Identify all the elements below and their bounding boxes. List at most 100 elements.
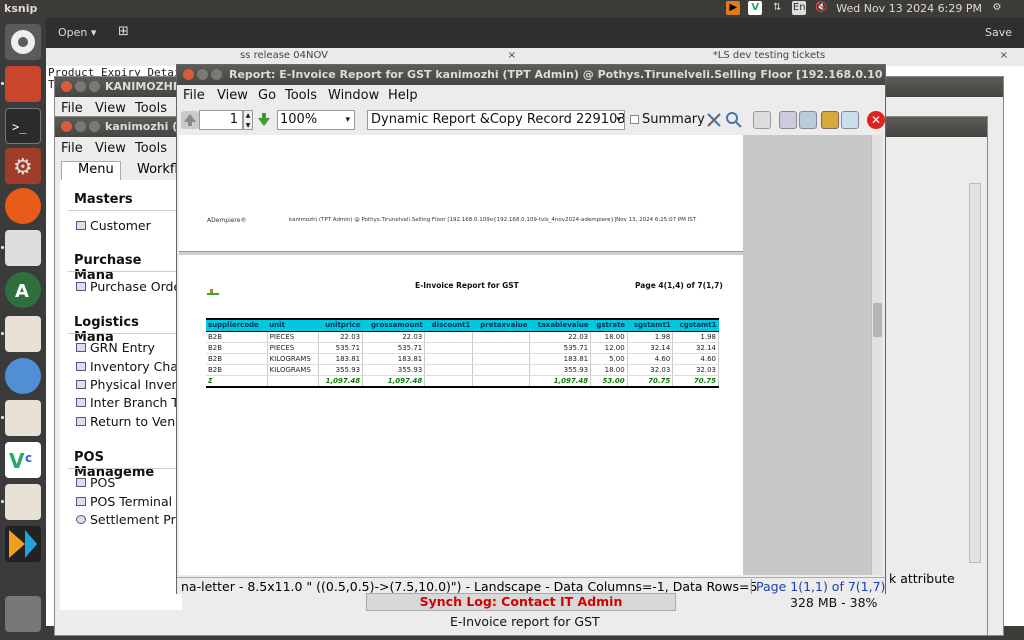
side-scrollbar[interactable] [969,183,981,563]
menu-window[interactable]: Window [328,88,379,103]
find-magnifier-icon[interactable] [725,111,743,129]
save-button[interactable]: Save [985,26,1012,39]
menu-file[interactable]: File [183,88,205,103]
new-capture-icon[interactable]: ⊞ [118,24,129,39]
menu-help[interactable]: Help [388,88,418,103]
maximize-window-icon[interactable] [211,69,222,80]
java-app-icon-3[interactable] [1,484,41,520]
column-header[interactable]: pretaxvalue [472,318,530,332]
minimize-window-icon[interactable] [75,81,86,92]
table-row[interactable]: B2B KILOGRAMS 355.93 355.93 355.93 18.00… [206,364,719,376]
menu-file[interactable]: File [61,101,83,116]
next-page-icon[interactable] [255,111,273,129]
report-titlebar[interactable]: Report: E-Invoice Report for GST kanimoz… [177,65,885,85]
table-row[interactable]: B2B KILOGRAMS 183.81 183.81 183.81 5.00 … [206,353,719,365]
menu-tools[interactable]: Tools [135,101,167,116]
menu-tools[interactable]: Tools [285,88,317,103]
volume-muted-icon[interactable]: 🔇 [814,1,828,15]
column-header[interactable]: gstrate [590,318,628,332]
java-app-icon-2[interactable] [1,400,41,436]
menu-item-return-to-vendor[interactable]: Return to Ven [76,414,175,429]
tab-menu[interactable]: Menu [61,161,121,181]
minimize-window-icon[interactable] [197,69,208,80]
menu-go[interactable]: Go [258,88,276,103]
previous-page-icon[interactable] [181,111,199,129]
column-header[interactable]: suppliercode [206,318,268,332]
column-header[interactable]: unitprice [318,318,363,332]
section-masters[interactable]: Masters [74,192,133,207]
power-gear-icon[interactable]: ⚙ [990,1,1004,15]
bg-tab-release[interactable]: ss release 04NOV × [46,50,522,64]
menu-view[interactable]: View [217,88,248,103]
menu-item-grn-entry[interactable]: GRN Entry [76,340,155,355]
close-window-icon[interactable] [61,81,72,92]
close-window-icon[interactable] [183,69,194,80]
print-icon[interactable] [753,111,771,129]
menu-item-pos[interactable]: POS [76,475,115,490]
close-icon[interactable]: × [1000,50,1008,61]
terminal-icon[interactable]: >_ [5,108,41,144]
keyboard-layout-indicator[interactable]: En [792,1,807,15]
java-app-icon[interactable] [1,316,41,352]
menu-tools[interactable]: Tools [135,141,167,156]
customize-tools-icon[interactable] [705,111,723,129]
export-icon[interactable] [821,111,839,129]
report-type-select[interactable]: Dynamic Report &Copy Record 2291032 ▾ [367,110,625,130]
menu-item-pos-terminal[interactable]: POS Terminal [76,494,172,509]
tab-workflow[interactable]: Workfl [123,162,183,177]
report-status-bar: na-letter - 8.5x11.0 " ((0.5,0.5)->(7.5,… [177,577,885,594]
archive-icon[interactable] [799,111,817,129]
summary-checkbox[interactable] [630,115,639,124]
page-spinner[interactable]: ▲ ▼ [243,110,253,130]
table-total-row[interactable]: Σ 1,097.48 1,097.48 1,097.48 53.00 70.75… [206,374,719,388]
column-header[interactable]: taxablevalue [529,318,591,332]
vnc-viewer-icon[interactable]: Vc [5,442,41,478]
zoom-across-icon[interactable] [841,111,859,129]
close-icon[interactable]: × [508,50,516,61]
close-report-icon[interactable]: ✕ [867,111,885,129]
network-icon[interactable]: ⇅ [770,1,784,15]
minimize-window-icon[interactable] [75,121,86,132]
app-indicator-icon[interactable]: ▶ [726,1,741,15]
menu-view[interactable]: View [95,141,126,156]
ubuntu-logo-icon[interactable] [5,24,41,60]
page-number-field[interactable]: 1 [199,110,243,130]
settings-icon[interactable]: ⚙ [5,148,41,184]
report-vertical-scrollbar[interactable] [871,135,883,575]
files-icon[interactable] [1,66,41,102]
menu-item-settlement[interactable]: Settlement Pri [76,512,179,527]
chromium-icon[interactable] [5,358,41,394]
clock[interactable]: Wed Nov 13 2024 6:29 PM [836,2,982,15]
software-updater-icon[interactable]: A [5,272,41,308]
firefox-icon[interactable] [5,188,41,224]
cell: 1,097.48 [362,374,426,388]
column-header[interactable]: unit [267,318,319,332]
trash-icon[interactable] [5,596,41,632]
zoom-select[interactable]: 100% ▾ [277,110,355,130]
column-header[interactable]: grossamount [362,318,425,332]
column-header[interactable]: sgstamt1 [627,318,673,332]
menu-item-purchase-order[interactable]: Purchase Orde [76,279,181,294]
scrollbar-thumb[interactable] [873,303,882,337]
send-email-icon[interactable] [779,111,797,129]
column-header[interactable]: discount1 [424,318,473,332]
menu-item-physical-inventory[interactable]: Physical Inven [76,377,179,392]
menu-view[interactable]: View [95,101,126,116]
table-row[interactable]: B2B PIECES 535.71 535.71 535.71 12.00 32… [206,342,719,354]
menu-file[interactable]: File [61,141,83,156]
vnc-icon[interactable]: V [748,1,763,15]
maximize-window-icon[interactable] [89,121,100,132]
table-row[interactable]: B2B PIECES 22.03 22.03 22.03 18.00 1.98 … [206,331,719,343]
open-button[interactable]: Open ▾ [58,26,96,39]
right-side-panel: k attribute [887,139,987,589]
jetbrains-icon[interactable] [5,526,41,562]
menu-item-inventory[interactable]: Inventory Cha [76,359,178,374]
bg-tab-testing[interactable]: *LS dev testing tickets × [524,50,1014,64]
maximize-window-icon[interactable] [89,81,100,92]
menu-item-customer[interactable]: Customer [76,218,151,233]
menu-item-inter-branch[interactable]: Inter Branch T [76,395,179,410]
synch-log-status[interactable]: Synch Log: Contact IT Admin [366,593,676,611]
text-editor-icon[interactable] [1,230,41,266]
close-window-icon[interactable] [61,121,72,132]
column-header[interactable]: cgstamt1 [672,318,719,332]
